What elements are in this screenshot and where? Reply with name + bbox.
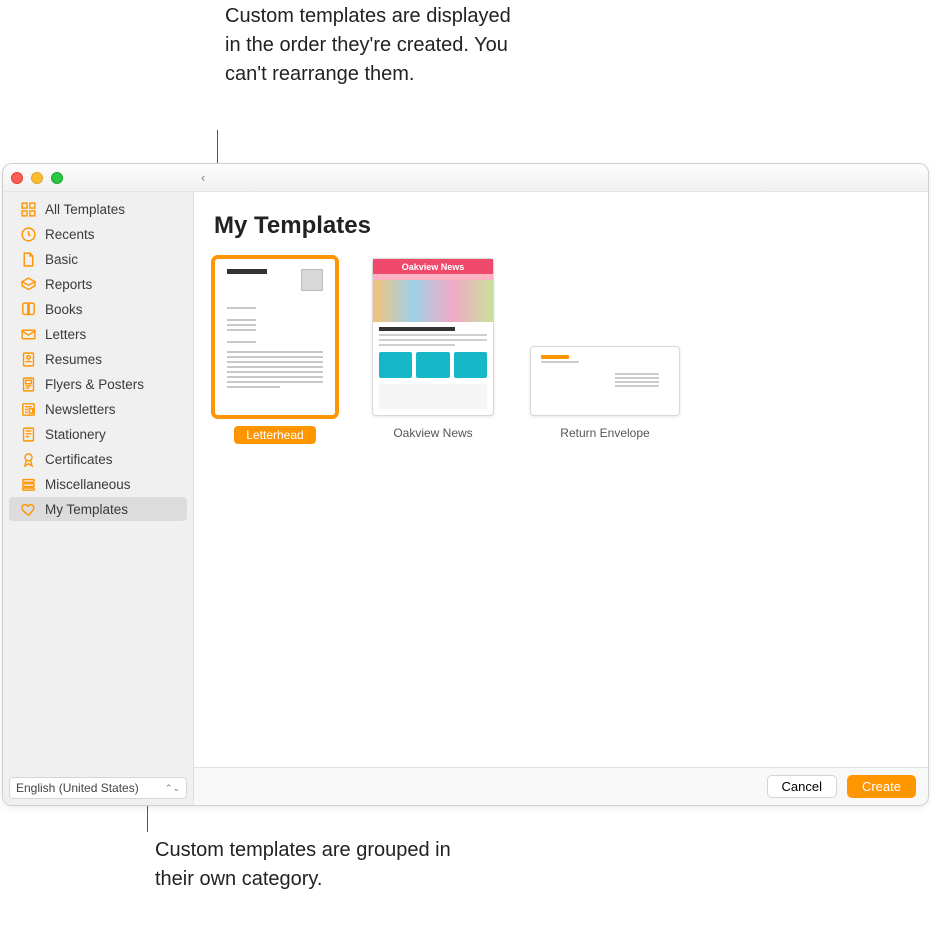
sidebar-item-newsletters[interactable]: Newsletters: [9, 397, 187, 421]
template-label: Oakview News: [393, 426, 472, 440]
updown-icon: ⌃⌄: [165, 783, 180, 794]
sidebar-item-certificates[interactable]: Certificates: [9, 447, 187, 471]
cancel-button[interactable]: Cancel: [767, 775, 837, 798]
template-letterhead[interactable]: Letterhead: [214, 258, 336, 444]
sidebar-item-label: Basic: [45, 252, 78, 267]
template-grid: Letterhead Oakview News: [214, 258, 908, 444]
create-button[interactable]: Create: [847, 775, 916, 798]
language-select[interactable]: English (United States) ⌃⌄: [9, 777, 187, 799]
sidebar-item-stationery[interactable]: Stationery: [9, 422, 187, 446]
sidebar-item-label: Resumes: [45, 352, 102, 367]
stationery-icon: [19, 425, 37, 443]
sidebar-item-label: Newsletters: [45, 402, 116, 417]
window-controls: [11, 172, 63, 184]
sidebar-list: All Templates Recents Basic: [3, 196, 193, 771]
template-chooser-window: ‹ All Templates Recents: [2, 163, 929, 806]
close-window-button[interactable]: [11, 172, 23, 184]
envelope-icon: [19, 325, 37, 343]
newsletter-banner: Oakview News: [373, 259, 493, 274]
titlebar: ‹: [3, 164, 928, 192]
newspaper-icon: [19, 400, 37, 418]
sidebar-item-all-templates[interactable]: All Templates: [9, 197, 187, 221]
sidebar-item-label: Books: [45, 302, 83, 317]
sidebar-item-recents[interactable]: Recents: [9, 222, 187, 246]
template-thumbnail: [530, 346, 680, 416]
sidebar-item-flyers-posters[interactable]: Flyers & Posters: [9, 372, 187, 396]
zoom-window-button[interactable]: [51, 172, 63, 184]
sidebar-item-label: All Templates: [45, 202, 125, 217]
toggle-sidebar-button[interactable]: ‹: [201, 170, 205, 185]
sidebar-item-reports[interactable]: Reports: [9, 272, 187, 296]
callout-top: Custom templates are displayed in the or…: [225, 2, 525, 89]
document-icon: [19, 250, 37, 268]
template-label: Return Envelope: [560, 426, 649, 440]
sidebar-item-my-templates[interactable]: My Templates: [9, 497, 187, 521]
page-title: My Templates: [214, 212, 908, 240]
sidebar-item-label: Flyers & Posters: [45, 377, 144, 392]
sidebar-item-miscellaneous[interactable]: Miscellaneous: [9, 472, 187, 496]
sidebar-item-label: Reports: [45, 277, 92, 292]
grid-icon: [19, 200, 37, 218]
sidebar-item-basic[interactable]: Basic: [9, 247, 187, 271]
template-thumbnail: [214, 258, 336, 416]
flyer-icon: [19, 375, 37, 393]
language-select-label: English (United States): [16, 781, 139, 795]
reports-icon: [19, 275, 37, 293]
sidebar-item-label: My Templates: [45, 502, 128, 517]
sidebar-item-label: Miscellaneous: [45, 477, 131, 492]
book-icon: [19, 300, 37, 318]
template-label: Letterhead: [234, 426, 315, 444]
sidebar-item-label: Recents: [45, 227, 95, 242]
template-return-envelope[interactable]: Return Envelope: [530, 258, 680, 440]
clock-icon: [19, 225, 37, 243]
main-panel: My Templates: [194, 192, 928, 805]
person-doc-icon: [19, 350, 37, 368]
ribbon-icon: [19, 450, 37, 468]
sidebar-item-label: Stationery: [45, 427, 106, 442]
sidebar-item-books[interactable]: Books: [9, 297, 187, 321]
sidebar: All Templates Recents Basic: [3, 192, 194, 805]
template-thumbnail: Oakview News: [372, 258, 494, 416]
stack-icon: [19, 475, 37, 493]
template-oakview-news[interactable]: Oakview News: [372, 258, 494, 440]
sidebar-item-resumes[interactable]: Resumes: [9, 347, 187, 371]
sidebar-item-letters[interactable]: Letters: [9, 322, 187, 346]
chevron-left-icon: ‹: [201, 170, 205, 185]
minimize-window-button[interactable]: [31, 172, 43, 184]
sidebar-item-label: Letters: [45, 327, 86, 342]
heart-icon: [19, 500, 37, 518]
footer: Cancel Create: [194, 767, 928, 805]
sidebar-item-label: Certificates: [45, 452, 113, 467]
callout-bottom: Custom templates are grouped in their ow…: [155, 836, 455, 894]
